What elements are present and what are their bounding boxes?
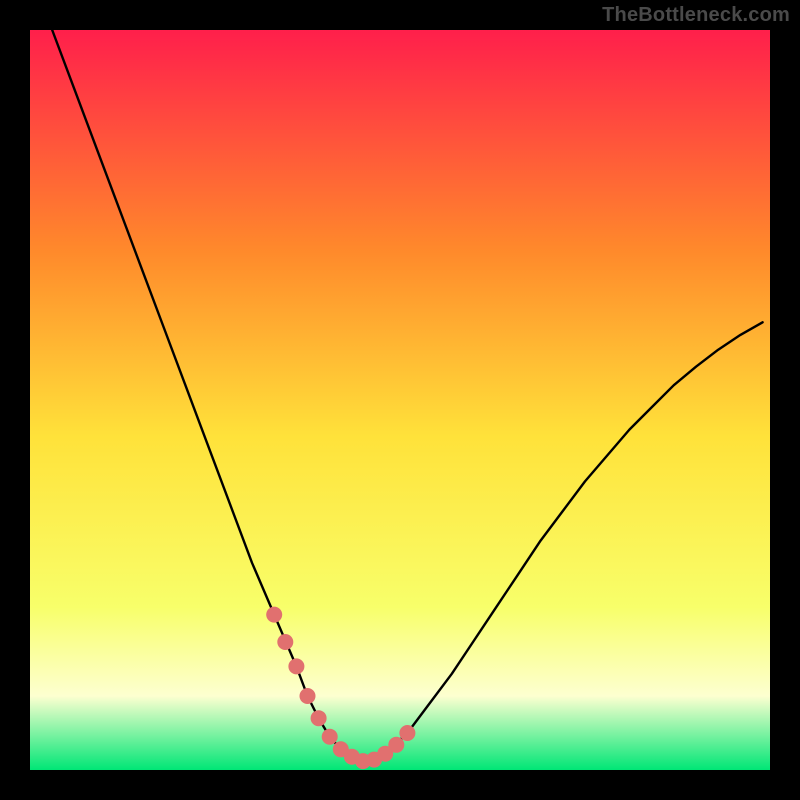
sweet-spot-marker	[277, 634, 293, 650]
bottleneck-chart	[0, 0, 800, 800]
sweet-spot-marker	[311, 710, 327, 726]
watermark-text: TheBottleneck.com	[602, 4, 790, 27]
sweet-spot-marker	[266, 607, 282, 623]
sweet-spot-marker	[399, 725, 415, 741]
sweet-spot-marker	[288, 658, 304, 674]
sweet-spot-marker	[300, 688, 316, 704]
chart-stage: TheBottleneck.com	[0, 0, 800, 800]
sweet-spot-marker	[388, 737, 404, 753]
sweet-spot-marker	[322, 729, 338, 745]
